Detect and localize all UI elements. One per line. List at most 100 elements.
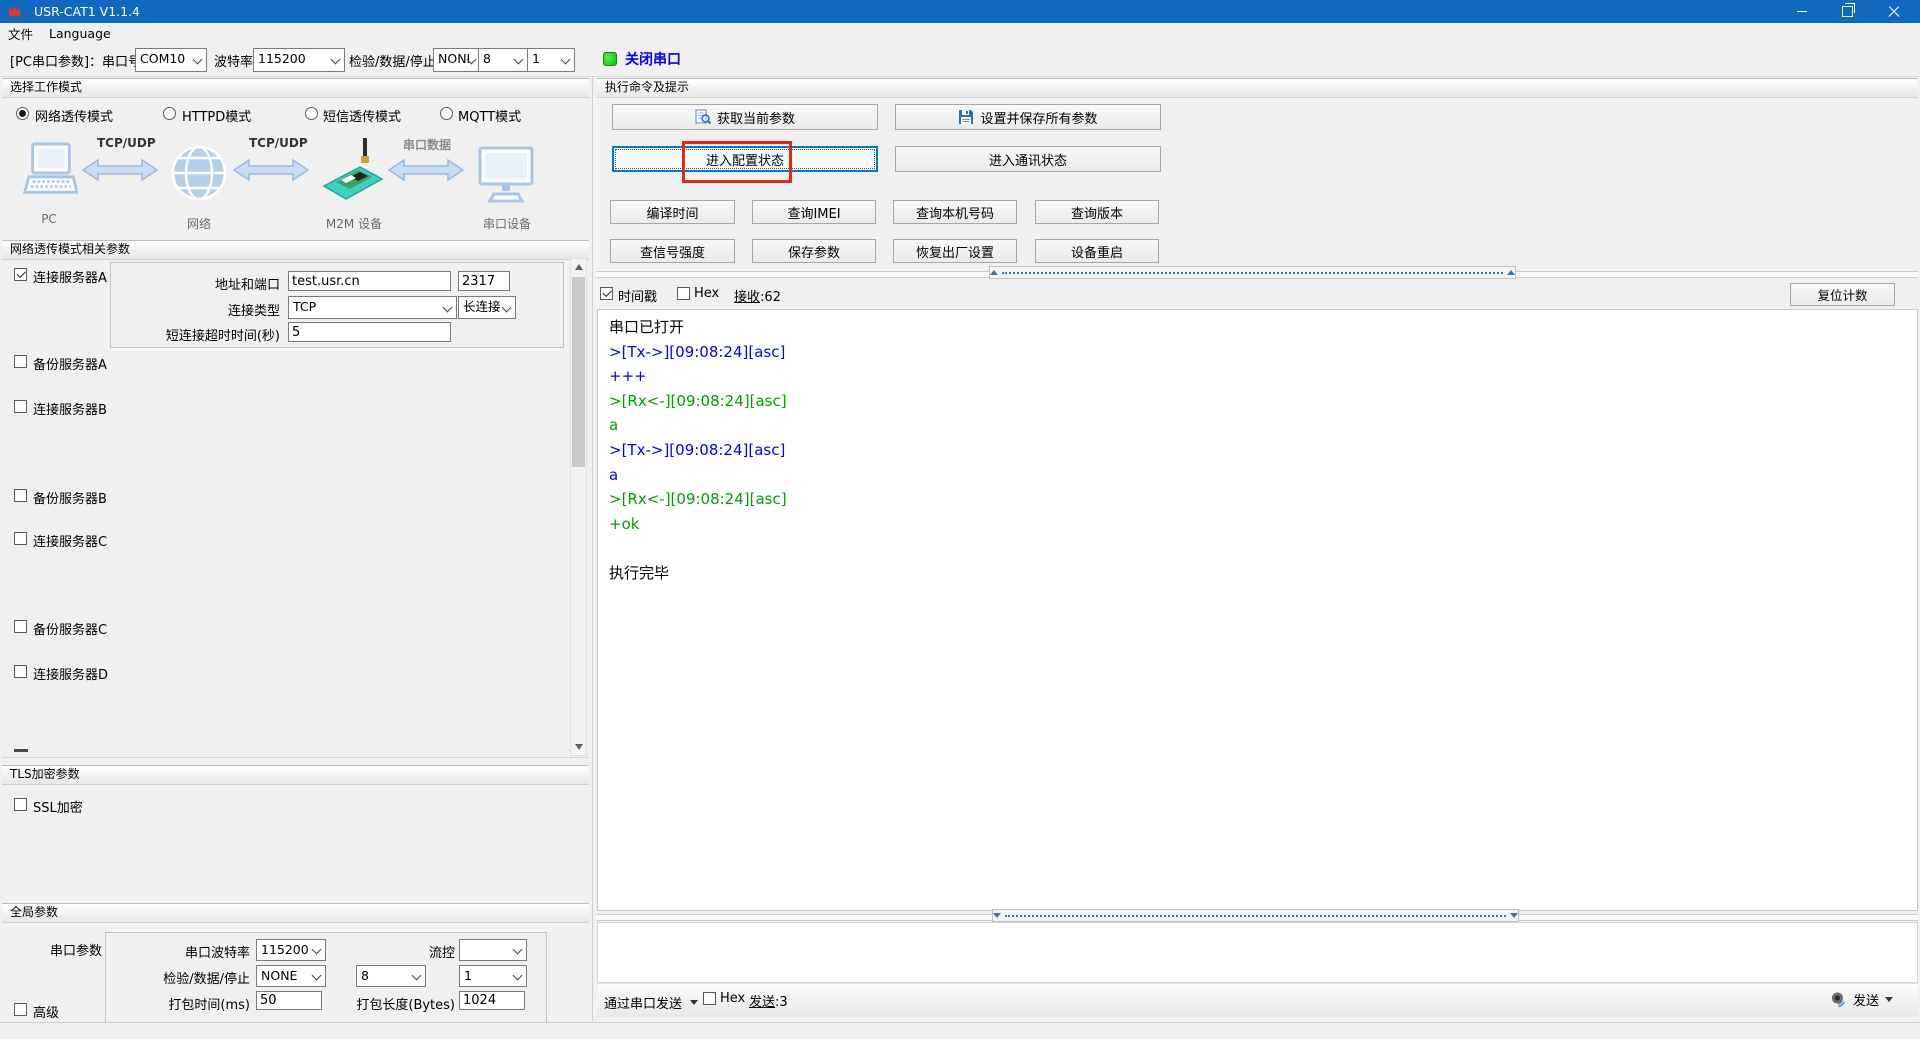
query-imei-button[interactable]: 查询IMEI: [752, 200, 876, 224]
query-number-button[interactable]: 查询本机号码: [893, 200, 1017, 224]
radio-httpd-label: HTTPD模式: [182, 110, 252, 125]
server-d-label: 连接服务器D: [33, 668, 109, 683]
scroll-up-button[interactable]: [571, 259, 586, 275]
set-save-all-button[interactable]: 设置并保存所有参数: [895, 104, 1161, 130]
query-version-button[interactable]: 查询版本: [1035, 200, 1159, 224]
radio-mqtt-mode[interactable]: [440, 107, 453, 120]
serial-device-monitor-icon: [478, 146, 534, 203]
chevron-down-icon: [330, 54, 341, 65]
sent-count-label[interactable]: 发送: [749, 995, 775, 1010]
tls-header: TLS加密参数: [2, 765, 589, 785]
collapse-down-icon: [993, 913, 1001, 918]
restore-button[interactable]: [1825, 0, 1870, 23]
log-splitter-top[interactable]: [989, 266, 1516, 279]
save-params-button[interactable]: 保存参数: [752, 239, 876, 263]
recv-count-label[interactable]: 接收: [734, 290, 760, 305]
stopbits-select[interactable]: 1: [527, 48, 575, 72]
chevron-down-icon: [560, 54, 571, 65]
radio-httpd-mode[interactable]: [163, 107, 176, 120]
send-hex-checkbox[interactable]: [703, 992, 716, 1005]
collapse-down-icon: [1510, 913, 1518, 918]
g-baud-select[interactable]: 115200: [256, 939, 326, 961]
enter-comm-label: 进入通讯状态: [988, 153, 1067, 169]
send-input-area[interactable]: [597, 922, 1918, 983]
reset-counter-button[interactable]: 复位计数: [1790, 283, 1895, 306]
ssl-checkbox[interactable]: [14, 798, 27, 811]
radio-net-transparent-mode[interactable]: [16, 107, 29, 120]
server-d-checkbox[interactable]: [14, 665, 27, 678]
server-b-label: 连接服务器B: [33, 403, 107, 418]
log-output-area[interactable]: 串口已打开 >[Tx->][09:08:24][asc] +++ >[Rx<-]…: [597, 309, 1918, 911]
backup-server-c-checkbox[interactable]: [14, 620, 27, 633]
send-splitter[interactable]: [992, 909, 1519, 922]
g-databits-select[interactable]: 8: [356, 965, 426, 987]
backup-server-a-checkbox[interactable]: [14, 355, 27, 368]
conn-type-select[interactable]: TCP: [288, 296, 457, 319]
arrow-down-icon: [574, 744, 583, 750]
g-stopbits-select[interactable]: 1: [459, 965, 527, 987]
app-logo-icon: [8, 5, 21, 17]
advanced-label: 高级: [33, 1006, 60, 1021]
left-panel-scrollbar[interactable]: [570, 258, 587, 756]
server-a-address-input[interactable]: [288, 271, 451, 291]
recv-count: 接收:62: [734, 286, 781, 305]
window-title: USR-CAT1 V1.1.4: [34, 4, 140, 19]
radio-sms-mode[interactable]: [305, 107, 318, 120]
dropdown-arrow-icon: [1885, 997, 1894, 1002]
log-line: a: [609, 416, 619, 435]
close-button[interactable]: [1871, 0, 1916, 23]
compile-time-button[interactable]: 编译时间: [610, 200, 735, 224]
splitter-dots: [1005, 914, 1506, 917]
arrow-pc-net-icon: [82, 158, 158, 182]
tls-separator: [2, 757, 589, 758]
scroll-down-button[interactable]: [571, 739, 586, 755]
restore-icon: [1842, 3, 1855, 17]
factory-reset-button[interactable]: 恢复出厂设置: [893, 239, 1017, 263]
server-c-checkbox[interactable]: [14, 532, 27, 545]
enter-comm-button[interactable]: 进入通讯状态: [895, 146, 1161, 172]
server-a-checkbox[interactable]: [14, 268, 27, 281]
chevron-down-icon: [512, 970, 523, 981]
com-port-select[interactable]: COM10: [135, 48, 207, 72]
menu-file[interactable]: 文件: [0, 24, 41, 43]
flow-select[interactable]: [459, 939, 527, 961]
link3-label: 串口数据: [403, 138, 452, 152]
server-b-checkbox[interactable]: [14, 400, 27, 413]
send-speaker-icon: [1831, 992, 1845, 1008]
log-line: a: [609, 465, 619, 484]
baud-select[interactable]: 115200: [253, 48, 345, 72]
short-conn-timeout-input[interactable]: [288, 322, 451, 342]
advanced-checkbox[interactable]: [14, 1003, 27, 1016]
backup-server-b-checkbox[interactable]: [14, 489, 27, 502]
scrollbar-thumb[interactable]: [572, 277, 585, 467]
server-a-port-input[interactable]: [458, 271, 510, 291]
pack-time-input[interactable]: [256, 991, 322, 1010]
pack-len-input[interactable]: [459, 991, 525, 1010]
signal-strength-button[interactable]: 查信号强度: [610, 239, 735, 263]
menu-language[interactable]: Language: [41, 26, 119, 41]
parity-select[interactable]: NONI: [433, 48, 481, 72]
panel-divider[interactable]: [592, 76, 593, 1021]
minimize-icon: [1796, 11, 1807, 12]
menu-bar: 文件 Language: [0, 23, 1920, 44]
databits-select[interactable]: 8: [478, 48, 528, 72]
send-button[interactable]: 发送: [1830, 990, 1894, 1009]
node-pc-label: PC: [41, 212, 57, 226]
device-restart-button[interactable]: 设备重启: [1035, 239, 1159, 263]
log-line: 串口已打开: [609, 318, 685, 336]
chevron-down-icon: [311, 944, 322, 955]
g-parity-select[interactable]: NONE: [256, 965, 326, 987]
log-line: >[Tx->][09:08:24][asc]: [609, 342, 786, 361]
server-a-label: 连接服务器A: [33, 271, 107, 286]
timestamp-checkbox[interactable]: [600, 287, 613, 300]
clipped-checkbox-fragment: [14, 749, 28, 752]
close-port-button[interactable]: 关闭串口: [603, 49, 681, 69]
status-bar: [0, 1022, 1920, 1039]
minimize-button[interactable]: [1779, 0, 1824, 23]
annotation-highlight-rect: [682, 141, 792, 183]
keepalive-select[interactable]: 长连接: [458, 296, 516, 319]
log-hex-checkbox[interactable]: [677, 287, 690, 300]
get-params-button[interactable]: 获取当前参数: [612, 104, 878, 130]
send-via-serial-dropdown[interactable]: 通过串口发送: [604, 993, 699, 1012]
